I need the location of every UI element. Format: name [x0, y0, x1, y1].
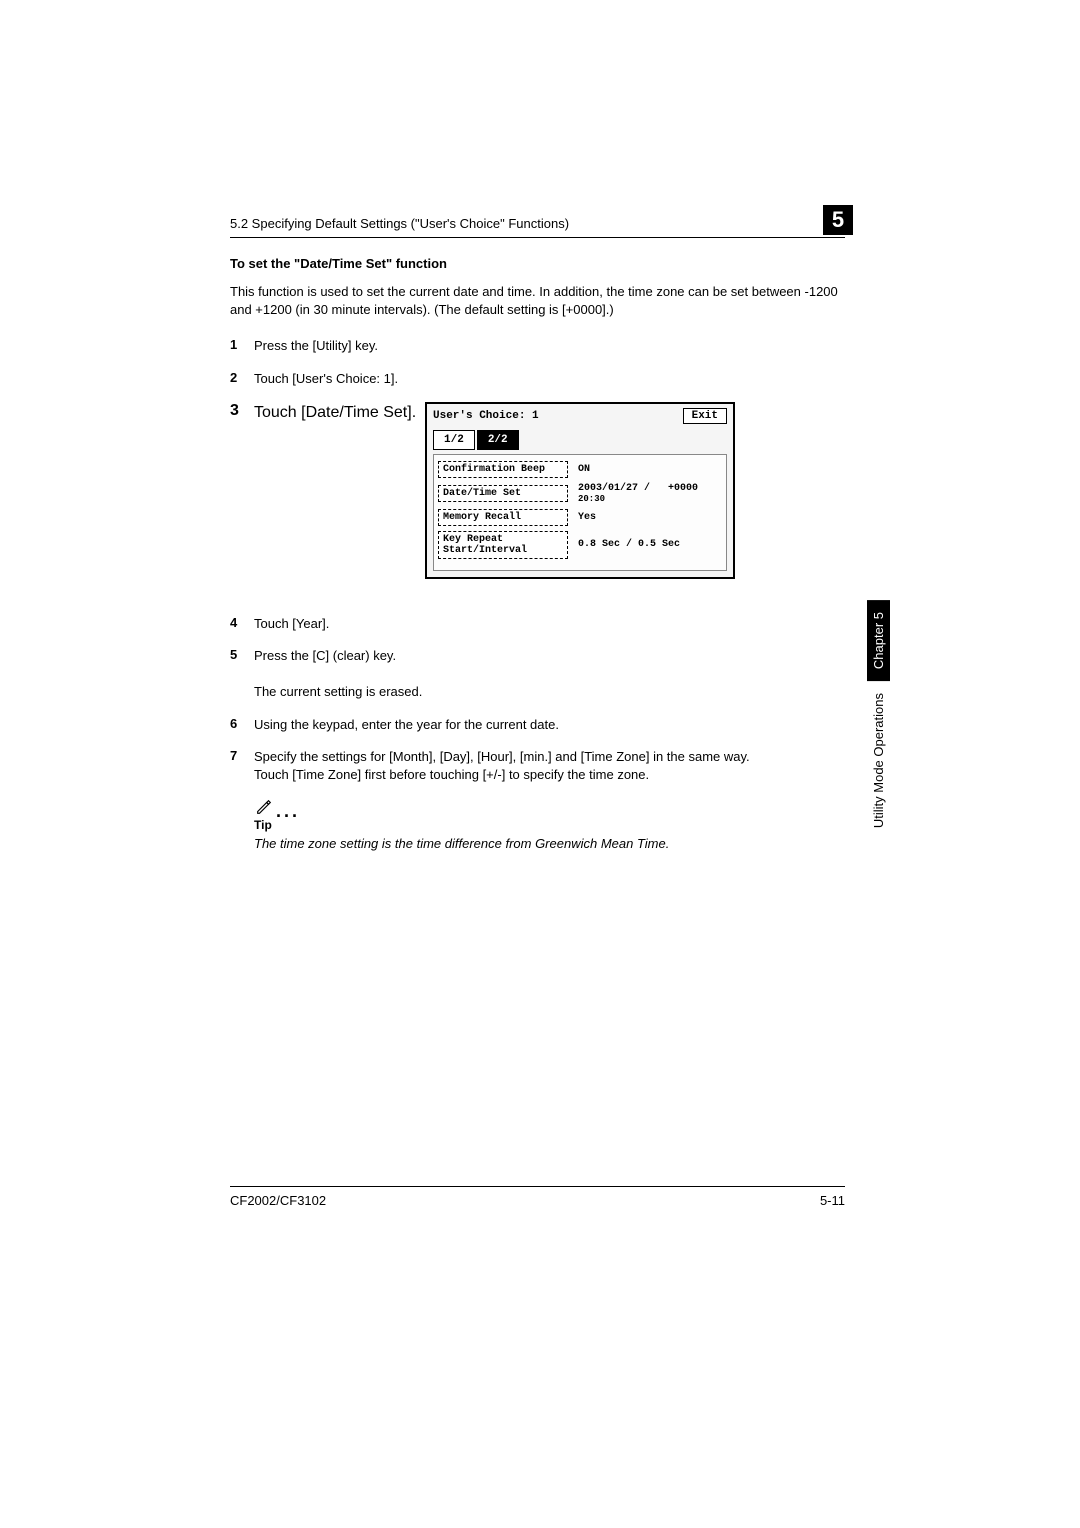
side-tab: Chapter 5 Utility Mode Operations — [867, 600, 890, 832]
page-content: 5.2 Specifying Default Settings ("User's… — [230, 215, 845, 851]
lcd-date-time-set-button[interactable]: Date/Time Set — [438, 485, 568, 502]
step-number: 7 — [230, 748, 254, 784]
footer-page-number: 5-11 — [820, 1193, 845, 1208]
step-1: 1 Press the [Utility] key. — [230, 337, 845, 355]
intro-paragraph: This function is used to set the current… — [230, 283, 845, 319]
chapter-badge: 5 — [823, 205, 853, 235]
side-section-label: Utility Mode Operations — [871, 689, 886, 832]
lcd-key-repeat-label2: Start/Interval — [443, 545, 527, 556]
step-5-line2: The current setting is erased. — [254, 684, 422, 699]
lcd-key-repeat-button[interactable]: Key Repeat Start/Interval — [438, 531, 568, 559]
lcd-memory-recall-value: Yes — [568, 512, 596, 523]
lcd-tab-1[interactable]: 1/2 — [433, 430, 475, 450]
step-text: Using the keypad, enter the year for the… — [254, 716, 845, 734]
step-7-line1: Specify the settings for [Month], [Day],… — [254, 749, 750, 764]
lcd-key-repeat-label1: Key Repeat — [443, 534, 503, 545]
step-4: 4 Touch [Year]. — [230, 615, 845, 633]
tip-text: The time zone setting is the time differ… — [254, 836, 845, 851]
lcd-date-value: 2003/01/27 / — [578, 483, 650, 494]
lcd-tab-2[interactable]: 2/2 — [477, 430, 519, 450]
tip-block: ... Tip The time zone setting is the tim… — [254, 798, 845, 851]
footer-model: CF2002/CF3102 — [230, 1193, 326, 1208]
lcd-screenshot: User's Choice: 1 Exit 1/2 2/2 Confirmati… — [425, 402, 735, 579]
lcd-exit-button[interactable]: Exit — [683, 408, 727, 424]
step-7: 7 Specify the settings for [Month], [Day… — [230, 748, 845, 784]
step-number: 6 — [230, 716, 254, 734]
step-7-line2: Touch [Time Zone] first before touching … — [254, 767, 649, 782]
lcd-date-time-value: 2003/01/27 / +0000 20:30 — [568, 483, 698, 504]
lcd-time-value: 20:30 — [578, 494, 698, 504]
step-number: 3 — [230, 402, 254, 579]
lcd-key-repeat-value: 0.8 Sec / 0.5 Sec — [568, 539, 680, 550]
step-6: 6 Using the keypad, enter the year for t… — [230, 716, 845, 734]
step-5: 5 Press the [C] (clear) key. The current… — [230, 647, 845, 702]
tip-label: Tip — [254, 818, 845, 832]
side-chapter-badge: Chapter 5 — [867, 600, 890, 681]
step-3-row: 3 Touch [Date/Time Set]. User's Choice: … — [230, 402, 845, 579]
step-text: Touch [Date/Time Set]. — [254, 402, 425, 579]
lcd-tz-value: +0000 — [668, 483, 698, 494]
lcd-confirmation-beep-value: ON — [568, 464, 590, 475]
breadcrumb-text: 5.2 Specifying Default Settings ("User's… — [230, 216, 569, 231]
lcd-body: Confirmation Beep ON Date/Time Set 2003/… — [433, 454, 727, 571]
lcd-title: User's Choice: 1 — [433, 410, 539, 422]
page-header: 5.2 Specifying Default Settings ("User's… — [230, 215, 845, 238]
section-title: To set the "Date/Time Set" function — [230, 256, 845, 271]
step-text: Touch [Year]. — [254, 615, 845, 633]
step-2: 2 Touch [User's Choice: 1]. — [230, 370, 845, 388]
step-number: 5 — [230, 647, 254, 702]
step-text: Touch [User's Choice: 1]. — [254, 370, 845, 388]
pencil-icon — [254, 798, 274, 816]
lcd-confirmation-beep-button[interactable]: Confirmation Beep — [438, 461, 568, 478]
step-number: 4 — [230, 615, 254, 633]
step-text: Specify the settings for [Month], [Day],… — [254, 748, 845, 784]
step-number: 1 — [230, 337, 254, 355]
step-number: 2 — [230, 370, 254, 388]
dots-icon: ... — [276, 806, 300, 816]
lcd-memory-recall-button[interactable]: Memory Recall — [438, 509, 568, 526]
step-5-line1: Press the [C] (clear) key. — [254, 648, 396, 663]
step-text: Press the [Utility] key. — [254, 337, 845, 355]
step-text: Press the [C] (clear) key. The current s… — [254, 647, 845, 702]
